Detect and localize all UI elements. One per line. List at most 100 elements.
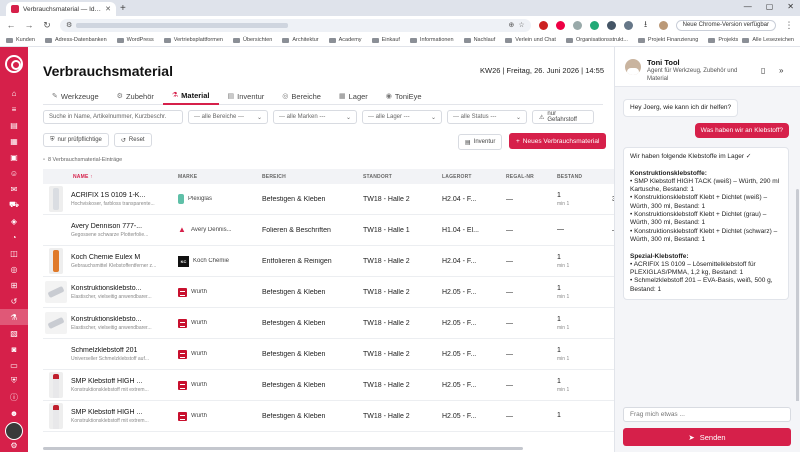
col-name[interactable]: NAME ↑ bbox=[68, 174, 173, 180]
calendar-icon[interactable]: ▣ bbox=[0, 149, 28, 165]
product-thumbnail[interactable] bbox=[48, 248, 63, 274]
box-icon[interactable]: ▧ bbox=[0, 325, 28, 341]
document-icon[interactable]: ▤ bbox=[0, 117, 28, 133]
profile-avatar[interactable] bbox=[658, 20, 668, 30]
update-button[interactable]: Neue Chrome-Version verfügbar bbox=[675, 19, 776, 31]
all-bookmarks[interactable]: Alle Lesezeichen bbox=[738, 37, 794, 43]
product-name[interactable]: Schmelzklebstoff 201 bbox=[71, 347, 173, 354]
list-icon[interactable]: ≡ bbox=[0, 101, 28, 117]
id-card-icon[interactable]: ▭ bbox=[0, 357, 28, 373]
col-lagerort[interactable]: LAGERORT bbox=[437, 174, 501, 180]
table-row[interactable]: Schmelzklebstoff 201 Universeller Schmel… bbox=[43, 339, 614, 370]
close-window-icon[interactable]: ✕ bbox=[787, 2, 794, 11]
browser-tab[interactable]: Verbrauchsmaterial — Identi... ✕ bbox=[6, 2, 116, 16]
product-name[interactable]: ACRIFIX 1S 0109 1-K... bbox=[71, 192, 173, 199]
bookmark-item[interactable]: Einkauf bbox=[371, 37, 400, 43]
horizontal-scrollbar[interactable] bbox=[43, 447, 523, 450]
send-button[interactable]: ➤ Senden bbox=[623, 428, 791, 446]
bookmark-item[interactable]: Informationen bbox=[409, 37, 454, 43]
extension-icon[interactable] bbox=[572, 20, 582, 30]
info-icon[interactable]: ⓘ bbox=[0, 389, 28, 405]
table-row[interactable]: Konstruktionsklebsto... Elastischer, vie… bbox=[43, 277, 614, 308]
chart-icon[interactable]: ◫ bbox=[0, 245, 28, 261]
bookmark-item[interactable]: Projekt Finanzierung bbox=[637, 37, 698, 43]
table-row[interactable]: ACRIFIX 1S 0109 1-K... Hochviskoser, far… bbox=[43, 184, 614, 215]
refresh-icon[interactable]: ↺ bbox=[0, 293, 28, 309]
site-info-icon[interactable]: ⚙ bbox=[66, 21, 72, 29]
tab-lager[interactable]: ▦ Lager bbox=[330, 87, 377, 105]
chat-input[interactable]: Frag mich etwas ... bbox=[623, 407, 791, 422]
extension-icon[interactable] bbox=[555, 20, 565, 30]
flask-icon[interactable]: ⚗ bbox=[0, 309, 28, 325]
product-name[interactable]: Avery Dennison 777-... bbox=[71, 223, 173, 230]
product-name[interactable]: SMP Klebstoff HIGH ... bbox=[71, 378, 173, 385]
table-row[interactable]: Konstruktionsklebsto... Elastischer, vie… bbox=[43, 308, 614, 339]
maximize-icon[interactable]: ▢ bbox=[766, 2, 774, 11]
bell-icon[interactable]: ◔ bbox=[0, 229, 28, 245]
filter-lager-select[interactable]: --- alle Lager --- ⌄ bbox=[362, 110, 442, 124]
extension-icon[interactable] bbox=[589, 20, 599, 30]
product-thumbnail[interactable] bbox=[49, 341, 63, 367]
app-logo-icon[interactable] bbox=[5, 55, 23, 73]
product-thumbnail[interactable] bbox=[48, 186, 63, 212]
zoom-icon[interactable]: ⊕ bbox=[508, 21, 514, 29]
product-thumbnail[interactable] bbox=[48, 403, 63, 429]
extension-icon[interactable] bbox=[623, 20, 633, 30]
reset-button[interactable]: ↺ Reset bbox=[113, 133, 152, 147]
col-standort[interactable]: STANDORT bbox=[358, 174, 437, 180]
new-tab-icon[interactable]: + bbox=[120, 3, 126, 14]
new-material-button[interactable]: + Neues Verbrauchsmaterial bbox=[509, 133, 607, 149]
pruefpflichtig-toggle[interactable]: ⛨ nur prüfpflichtige bbox=[43, 133, 109, 147]
cart-icon[interactable]: ⛟ bbox=[0, 197, 28, 213]
table-row[interactable]: Avery Dennison 777-... Gegossene schwarz… bbox=[43, 215, 614, 246]
table-row[interactable]: Koch Chemie Eulex M Gebrauchsmittel Kleb… bbox=[43, 246, 614, 277]
collapse-icon[interactable]: » bbox=[779, 66, 783, 75]
camera-icon[interactable]: ◙ bbox=[0, 341, 28, 357]
reload-icon[interactable]: ↻ bbox=[42, 20, 52, 31]
users-icon[interactable]: ☺ bbox=[0, 165, 28, 181]
col-regal[interactable]: REGAL-NR bbox=[501, 174, 552, 180]
bookmark-item[interactable]: Adress-Datenbanken bbox=[44, 37, 107, 43]
tab-bereiche[interactable]: ◎ Bereiche bbox=[273, 87, 330, 105]
bookmark-item[interactable]: WordPress bbox=[116, 37, 154, 43]
tab-inventur[interactable]: ▤ Inventur bbox=[219, 87, 274, 105]
home-icon[interactable]: ⌂ bbox=[0, 85, 28, 101]
back-icon[interactable]: ← bbox=[6, 20, 16, 30]
compass-icon[interactable]: ◎ bbox=[0, 261, 28, 277]
tab-material[interactable]: ⚗ Material bbox=[162, 87, 219, 105]
bookmark-item[interactable]: Verlein und Chat bbox=[505, 37, 556, 43]
extension-icon[interactable] bbox=[606, 20, 616, 30]
bookmark-item[interactable]: Academy bbox=[328, 37, 362, 43]
col-marke[interactable]: MARKE bbox=[173, 174, 257, 180]
user-settings-icon[interactable]: ☻ bbox=[0, 405, 28, 421]
product-thumbnail[interactable] bbox=[48, 372, 63, 398]
tab-werkzeuge[interactable]: ✎ Werkzeuge bbox=[43, 87, 108, 105]
filter-bereiche-select[interactable]: --- alle Bereiche --- ⌄ bbox=[188, 110, 268, 124]
table-row[interactable]: SMP Klebstoff HIGH ... Konstruktionskleb… bbox=[43, 401, 614, 432]
search-input[interactable]: Suche in Name, Artikelnummer, Kurzbeschr… bbox=[43, 110, 183, 124]
gefahrstoff-toggle[interactable]: ⚠ nur Gefahrstoff bbox=[532, 110, 594, 124]
product-name[interactable]: Konstruktionsklebsto... bbox=[71, 285, 173, 292]
forward-icon[interactable]: → bbox=[24, 20, 34, 30]
product-name[interactable]: SMP Klebstoff HIGH ... bbox=[71, 409, 173, 416]
filter-marken-select[interactable]: --- alle Marken --- ⌄ bbox=[273, 110, 357, 124]
col-bereich[interactable]: BEREICH bbox=[257, 174, 358, 180]
product-thumbnail[interactable] bbox=[49, 217, 63, 243]
clipboard-icon[interactable]: ▯ bbox=[761, 66, 765, 75]
bookmark-item[interactable]: Vertriebsplattformen bbox=[163, 37, 223, 43]
bookmark-item[interactable]: Nachlauf bbox=[463, 37, 495, 43]
shield-icon[interactable]: ⛨ bbox=[0, 373, 28, 389]
user-avatar[interactable] bbox=[5, 422, 23, 440]
tab-tonieye[interactable]: ◉ ToniEye bbox=[377, 87, 431, 105]
bookmark-item[interactable]: Organisationsstrukt... bbox=[565, 37, 628, 43]
mail-icon[interactable]: ✉ bbox=[0, 181, 28, 197]
inventur-button[interactable]: ▤ Inventur bbox=[458, 134, 503, 150]
bookmark-star-icon[interactable]: ☆ bbox=[518, 21, 524, 29]
product-thumbnail[interactable] bbox=[44, 281, 67, 303]
extension-icon[interactable] bbox=[538, 20, 548, 30]
bookmark-item[interactable]: Kunden bbox=[6, 37, 35, 43]
minimize-icon[interactable]: — bbox=[744, 2, 752, 11]
truck-icon[interactable]: ⊞ bbox=[0, 277, 28, 293]
filter-status-select[interactable]: --- alle Status --- ⌄ bbox=[447, 110, 527, 124]
menu-icon[interactable]: ⋮ bbox=[784, 20, 794, 31]
